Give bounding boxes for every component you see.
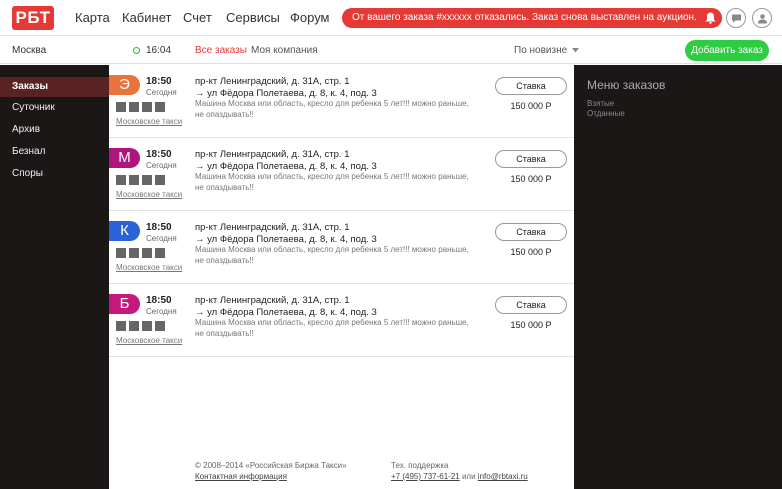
bid-button[interactable]: Ставка xyxy=(495,223,567,241)
order-card[interactable]: Э 18:50 Сегодня Московское такси пр-кт Л… xyxy=(109,65,574,138)
profile-button[interactable] xyxy=(752,8,772,28)
sidebar-item-orders[interactable]: Заказы xyxy=(0,77,109,97)
top-navbar: РБТ Карта Кабинет Счет Сервисы Форум От … xyxy=(0,0,782,36)
sort-dropdown[interactable]: По новизне xyxy=(514,37,579,64)
tab-all-orders[interactable]: Все заказы xyxy=(195,37,247,64)
order-price: 150 000 Р xyxy=(510,247,552,257)
bid-button[interactable]: Ставка xyxy=(495,77,567,95)
support-phone-link[interactable]: +7 (495) 737-61-21 xyxy=(391,472,460,481)
order-note: Машина Москва или область, кресло для ре… xyxy=(195,245,469,265)
order-price: 150 000 Р xyxy=(510,101,552,111)
bid-button[interactable]: Ставка xyxy=(495,296,567,314)
footer-copyright: © 2008–2014 «Российская Биржа Такси» xyxy=(195,461,347,470)
company-link[interactable]: Московское такси xyxy=(116,190,182,199)
order-time: 18:50 xyxy=(146,149,172,160)
order-card[interactable]: К 18:50 Сегодня Московское такси пр-кт Л… xyxy=(109,211,574,284)
nav-account[interactable]: Счет xyxy=(183,0,212,36)
sidebar-item-disputes[interactable]: Споры xyxy=(0,164,109,184)
company-badge: М xyxy=(109,148,140,168)
footer-or: или xyxy=(461,472,476,481)
sidebar-item-archive[interactable]: Архив xyxy=(0,120,109,140)
chat-icon xyxy=(732,14,741,23)
address-from: пр-кт Ленинградский, д. 31А, стр. 1 xyxy=(195,295,350,306)
sidebar-item-daily[interactable]: Суточник xyxy=(0,98,109,118)
address-from: пр-кт Ленинградский, д. 31А, стр. 1 xyxy=(195,222,350,233)
support-label: Тех. поддержка xyxy=(391,461,449,470)
address-from: пр-кт Ленинградский, д. 31А, стр. 1 xyxy=(195,76,350,87)
order-day: Сегодня xyxy=(146,234,177,243)
order-time: 18:50 xyxy=(146,222,172,233)
current-time: 16:04 xyxy=(146,45,172,56)
nav-map[interactable]: Карта xyxy=(75,0,110,36)
nav-forum[interactable]: Форум xyxy=(290,0,330,36)
user-icon xyxy=(758,14,767,24)
order-note: Машина Москва или область, кресло для ре… xyxy=(195,99,469,119)
order-note: Машина Москва или область, кресло для ре… xyxy=(195,172,469,192)
footer-support: Тех. поддержка +7 (495) 737-61-21 или in… xyxy=(391,460,528,482)
nav-cabinet[interactable]: Кабинет xyxy=(122,0,171,36)
logo[interactable]: РБТ xyxy=(12,6,54,30)
order-price: 150 000 Р xyxy=(510,174,552,184)
alert-text: От вашего заказа #xxxxxx отказались. Зак… xyxy=(352,12,697,23)
city-selector[interactable]: Москва xyxy=(12,37,46,64)
sidebar-item-cashless[interactable]: Безнал xyxy=(0,142,109,162)
notification-alert[interactable]: От вашего заказа #xxxxxx отказались. Зак… xyxy=(342,8,722,28)
company-link[interactable]: Московское такси xyxy=(116,263,182,272)
filter-bar: Москва 16:04 Все заказы Моя компания По … xyxy=(0,37,782,64)
support-email-link[interactable]: info@rbtaxi.ru xyxy=(478,472,528,481)
order-card[interactable]: Б 18:50 Сегодня Московское такси пр-кт Л… xyxy=(109,284,574,357)
order-day: Сегодня xyxy=(146,161,177,170)
company-badge: К xyxy=(109,221,140,241)
order-day: Сегодня xyxy=(146,307,177,316)
order-price: 150 000 Р xyxy=(510,320,552,330)
tab-my-company[interactable]: Моя компания xyxy=(251,37,318,64)
address-from: пр-кт Ленинградский, д. 31А, стр. 1 xyxy=(195,149,350,160)
clock-status-icon xyxy=(133,47,140,54)
orders-menu-given[interactable]: Отданные xyxy=(587,109,625,118)
chevron-down-icon xyxy=(571,48,579,53)
add-order-button[interactable]: Добавить заказ xyxy=(685,40,769,61)
chat-button[interactable] xyxy=(726,8,746,28)
company-link[interactable]: Московское такси xyxy=(116,336,182,345)
order-time: 18:50 xyxy=(146,76,172,87)
nav-services[interactable]: Сервисы xyxy=(226,0,280,36)
order-card[interactable]: М 18:50 Сегодня Московское такси пр-кт Л… xyxy=(109,138,574,211)
sort-label: По новизне xyxy=(514,45,568,56)
footer-contacts-link[interactable]: Контактная информация xyxy=(195,472,287,481)
footer: © 2008–2014 «Российская Биржа Такси» Кон… xyxy=(195,460,347,482)
order-note: Машина Москва или область, кресло для ре… xyxy=(195,318,469,338)
orders-menu-title: Меню заказов xyxy=(587,78,666,92)
company-link[interactable]: Московское такси xyxy=(116,117,182,126)
company-badge: Э xyxy=(109,75,140,95)
bell-icon xyxy=(705,12,716,24)
company-badge: Б xyxy=(109,294,140,314)
orders-menu-taken[interactable]: Взятые xyxy=(587,99,614,108)
orders-list: Э 18:50 Сегодня Московское такси пр-кт Л… xyxy=(109,65,574,489)
bid-button[interactable]: Ставка xyxy=(495,150,567,168)
sidebar: Заказы Суточник Архив Безнал Споры xyxy=(0,65,109,489)
orders-menu-panel: Меню заказов Взятые Отданные xyxy=(574,65,782,489)
order-day: Сегодня xyxy=(146,88,177,97)
order-time: 18:50 xyxy=(146,295,172,306)
